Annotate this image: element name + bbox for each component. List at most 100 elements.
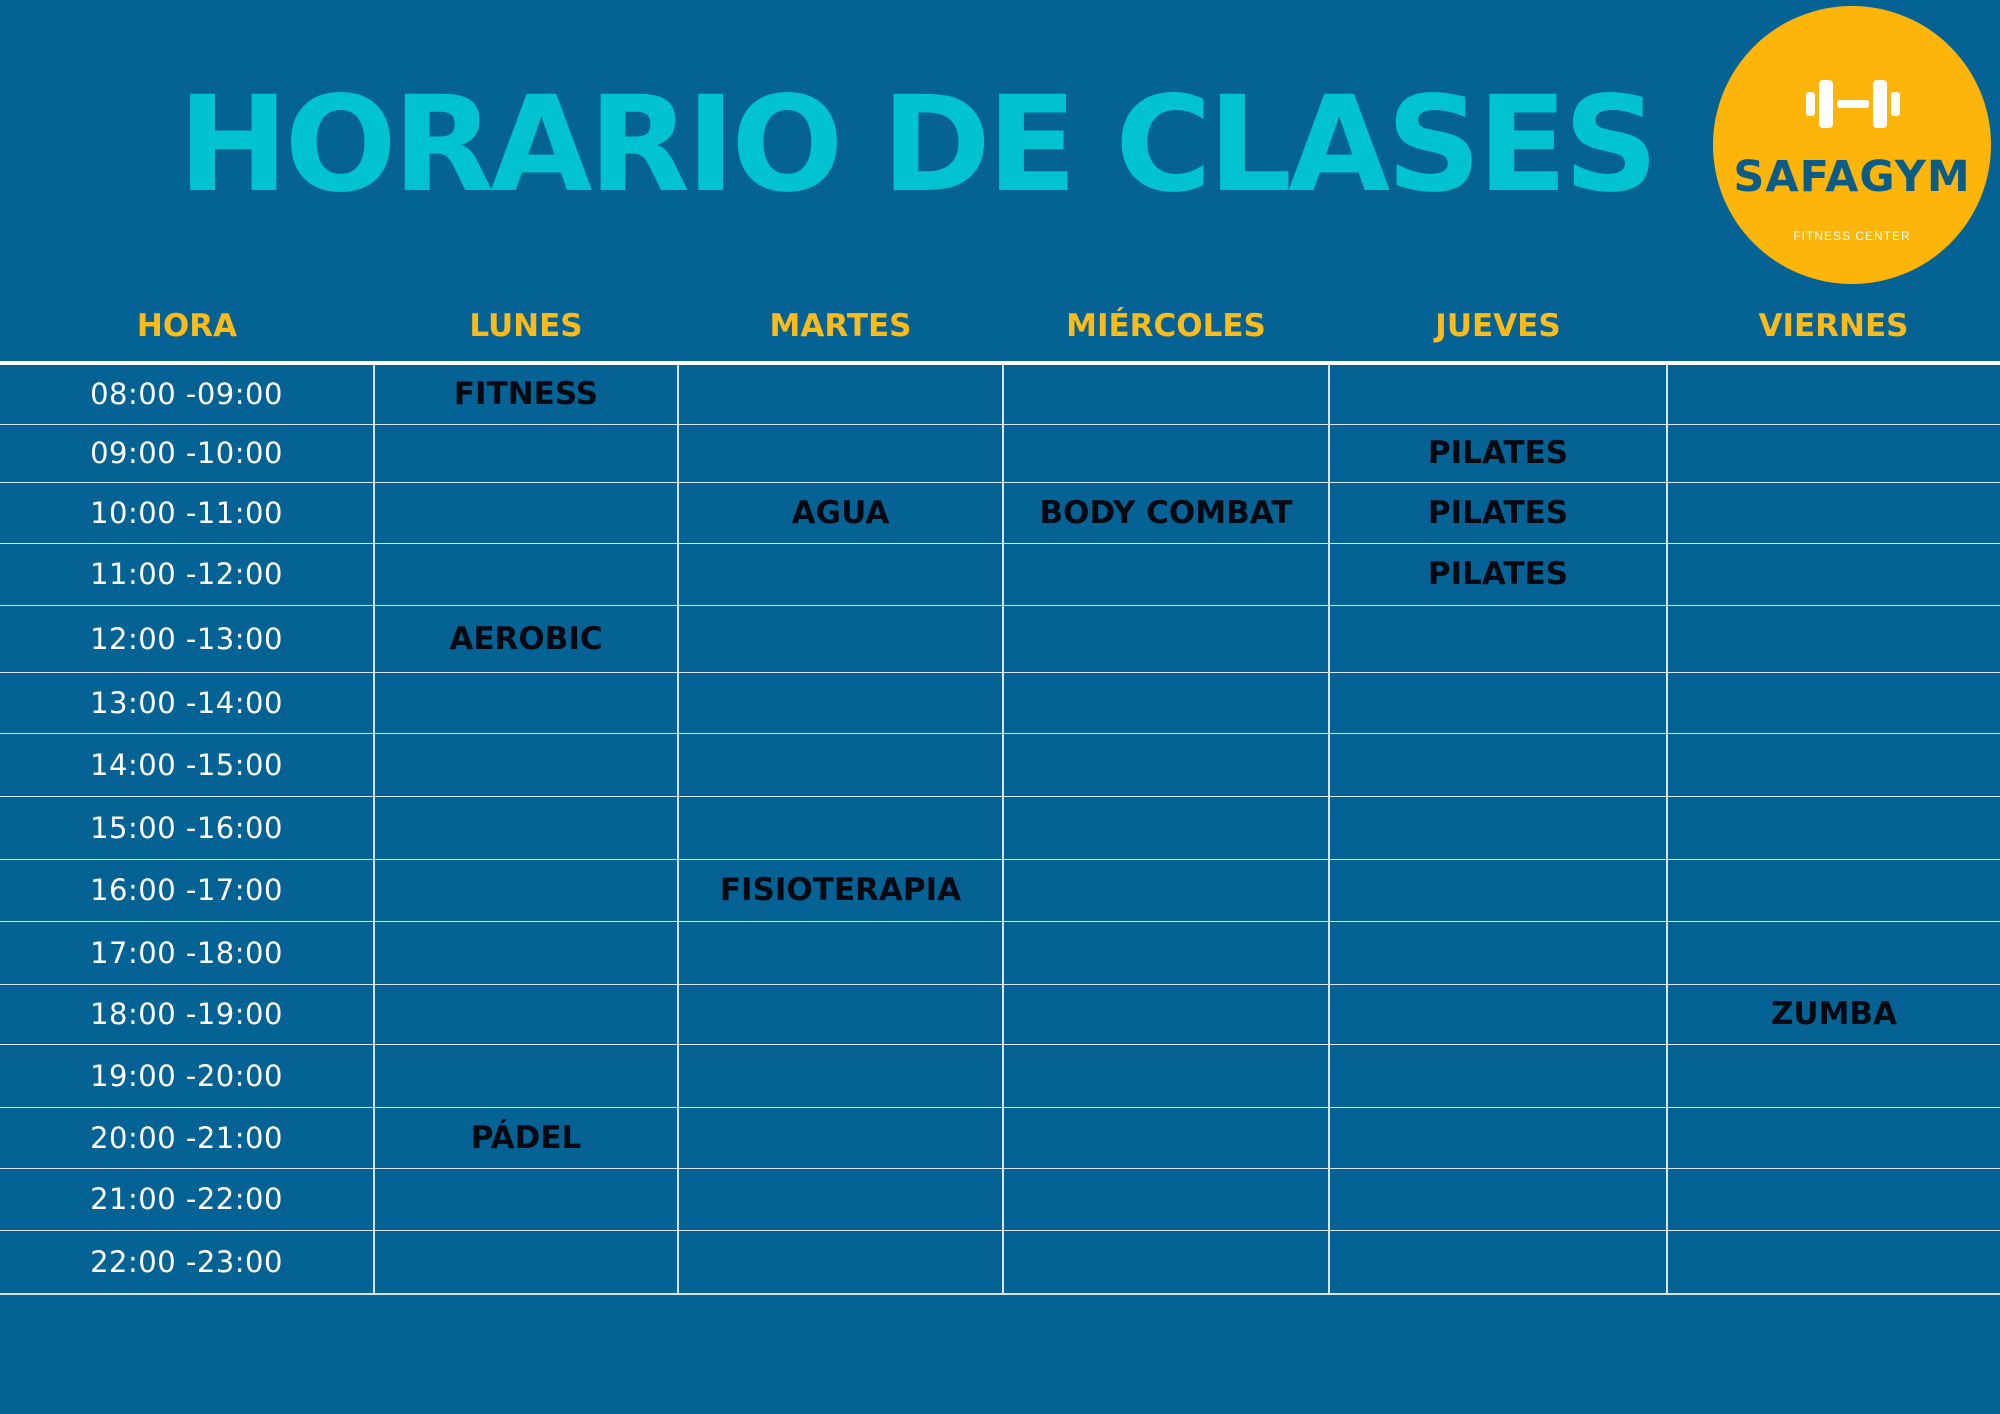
class-cell xyxy=(677,795,1004,860)
header-lunes: LUNES xyxy=(374,290,678,365)
class-cell xyxy=(1666,1043,2000,1108)
class-cell xyxy=(1328,1167,1668,1231)
class-cell xyxy=(373,858,679,922)
table-row: 19:00 -20:00 xyxy=(0,1043,2000,1108)
header-hora: HORA xyxy=(0,290,374,365)
class-cell xyxy=(373,732,679,797)
table-row: 14:00 -15:00 xyxy=(0,732,2000,797)
class-cell xyxy=(677,920,1004,985)
table-row: 13:00 -14:00 xyxy=(0,671,2000,734)
class-cell xyxy=(1328,1043,1668,1108)
time-slot-cell: 17:00 -18:00 xyxy=(0,920,375,985)
time-slot-cell: 10:00 -11:00 xyxy=(0,481,375,544)
class-cell: PILATES xyxy=(1328,481,1668,544)
class-cell xyxy=(1002,1043,1330,1108)
class-cell xyxy=(677,1167,1004,1231)
class-cell xyxy=(373,795,679,860)
class-cell xyxy=(373,1229,679,1295)
class-cell: ZUMBA xyxy=(1666,983,2000,1045)
time-slot-cell: 21:00 -22:00 xyxy=(0,1167,375,1231)
class-cell xyxy=(1002,1229,1330,1295)
class-cell xyxy=(373,1043,679,1108)
table-row: 18:00 -19:00 ZUMBA xyxy=(0,983,2000,1045)
class-cell xyxy=(1328,1229,1668,1295)
header-viernes: VIERNES xyxy=(1667,290,2000,365)
class-cell xyxy=(677,671,1004,734)
time-slot-cell: 14:00 -15:00 xyxy=(0,732,375,797)
table-row: 20:00 -21:00 PÁDEL xyxy=(0,1106,2000,1169)
class-cell xyxy=(1666,795,2000,860)
class-cell xyxy=(677,1043,1004,1108)
header-row: HORA LUNES MARTES MIÉRCOLES JUEVES VIERN… xyxy=(0,290,2000,365)
class-cell xyxy=(1328,858,1668,922)
class-cell: PILATES xyxy=(1328,542,1668,606)
class-cell xyxy=(1002,920,1330,985)
class-cell xyxy=(1666,732,2000,797)
class-cell xyxy=(1666,858,2000,922)
page-title: HORARIO DE CLASES xyxy=(178,68,1659,222)
time-slot-cell: 19:00 -20:00 xyxy=(0,1043,375,1108)
class-cell xyxy=(373,481,679,544)
dumbbell-icon xyxy=(1806,80,1900,128)
time-slot-cell: 15:00 -16:00 xyxy=(0,795,375,860)
class-cell xyxy=(373,1167,679,1231)
class-cell xyxy=(1328,671,1668,734)
class-cell xyxy=(1328,604,1668,673)
class-cell: PÁDEL xyxy=(373,1106,679,1169)
class-cell xyxy=(1666,1167,2000,1231)
class-cell xyxy=(1328,362,1668,425)
class-cell xyxy=(1328,795,1668,860)
class-cell xyxy=(1666,542,2000,606)
class-cell xyxy=(1666,362,2000,425)
table-row: 16:00 -17:00 FISIOTERAPIA xyxy=(0,858,2000,922)
class-cell xyxy=(677,542,1004,606)
class-cell xyxy=(373,920,679,985)
class-cell xyxy=(373,542,679,606)
class-cell xyxy=(1666,481,2000,544)
class-cell xyxy=(373,671,679,734)
class-cell xyxy=(1328,983,1668,1045)
class-cell xyxy=(1002,983,1330,1045)
gym-logo: SAFAGYM FITNESS CENTER xyxy=(1713,6,1991,284)
class-cell: AEROBIC xyxy=(373,604,679,673)
class-cell xyxy=(1002,362,1330,425)
class-cell xyxy=(373,983,679,1045)
class-cell xyxy=(1666,920,2000,985)
class-cell xyxy=(677,423,1004,483)
class-cell xyxy=(1002,795,1330,860)
table-row: 12:00 -13:00 AEROBIC xyxy=(0,604,2000,673)
logo-brand-name: SAFAGYM xyxy=(1733,152,1971,202)
class-cell xyxy=(1666,604,2000,673)
class-cell xyxy=(1002,542,1330,606)
table-row: 11:00 -12:00 PILATES xyxy=(0,542,2000,606)
class-cell xyxy=(677,1106,1004,1169)
class-cell xyxy=(1002,858,1330,922)
class-cell: BODY COMBAT xyxy=(1002,481,1330,544)
class-schedule-table: HORA LUNES MARTES MIÉRCOLES JUEVES VIERN… xyxy=(0,290,2000,1295)
table-row: 22:00 -23:00 xyxy=(0,1229,2000,1295)
class-cell xyxy=(1002,732,1330,797)
class-cell xyxy=(1002,604,1330,673)
table-row: 10:00 -11:00 AGUA BODY COMBAT PILATES xyxy=(0,481,2000,544)
time-slot-cell: 16:00 -17:00 xyxy=(0,858,375,922)
table-row: 17:00 -18:00 xyxy=(0,920,2000,985)
class-cell xyxy=(1328,1106,1668,1169)
class-cell: FITNESS xyxy=(373,362,679,425)
time-slot-cell: 08:00 -09:00 xyxy=(0,362,375,425)
class-cell xyxy=(677,1229,1004,1295)
header-jueves: JUEVES xyxy=(1329,290,1667,365)
class-cell xyxy=(1328,920,1668,985)
time-slot-cell: 11:00 -12:00 xyxy=(0,542,375,606)
class-cell xyxy=(677,604,1004,673)
time-slot-cell: 13:00 -14:00 xyxy=(0,671,375,734)
time-slot-cell: 22:00 -23:00 xyxy=(0,1229,375,1295)
class-cell xyxy=(1002,1106,1330,1169)
table-row: 15:00 -16:00 xyxy=(0,795,2000,860)
class-cell xyxy=(1666,1106,2000,1169)
class-cell xyxy=(1002,423,1330,483)
time-slot-cell: 09:00 -10:00 xyxy=(0,423,375,483)
class-cell xyxy=(1328,732,1668,797)
time-slot-cell: 20:00 -21:00 xyxy=(0,1106,375,1169)
class-cell xyxy=(1002,671,1330,734)
class-cell xyxy=(1666,423,2000,483)
